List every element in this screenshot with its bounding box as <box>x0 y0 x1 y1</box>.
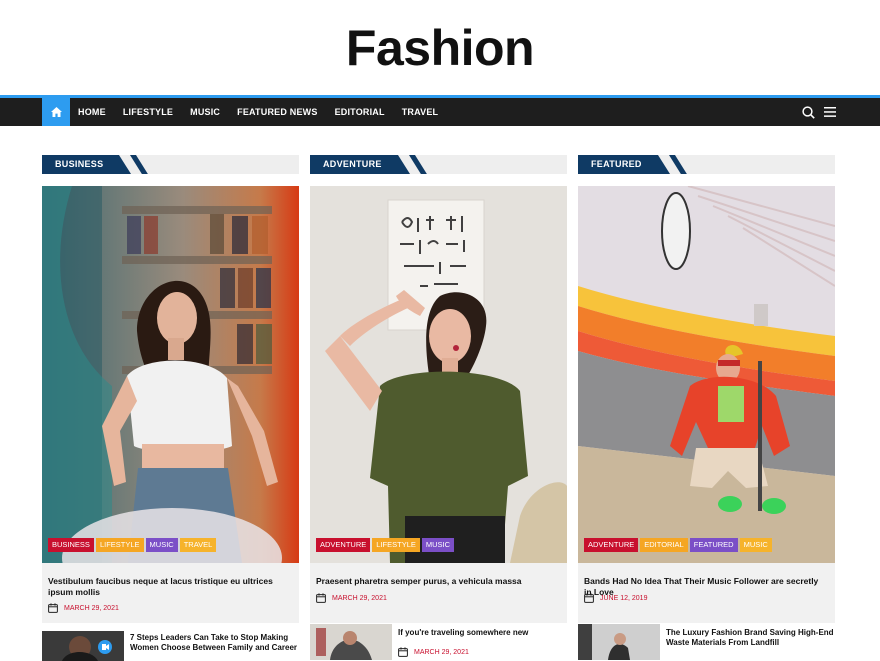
featured-post-card[interactable]: ADVENTURE EDITORIAL FEATURED MUSIC Bands… <box>578 186 835 623</box>
post-thumbnail[interactable] <box>578 624 660 660</box>
section-title[interactable]: ADVENTURE <box>310 155 410 174</box>
nav-menu: HOME LIFESTYLE MUSIC FEATURED NEWS EDITO… <box>42 98 447 126</box>
post-date: MARCH 29, 2021 <box>48 603 119 613</box>
list-item[interactable]: 7 Steps Leaders Can Take to Stop Making … <box>42 631 299 661</box>
category-tag[interactable]: BUSINESS <box>48 538 94 552</box>
nav-item-travel[interactable]: TRAVEL <box>393 98 447 126</box>
video-icon <box>102 644 109 650</box>
section-title[interactable]: FEATURED <box>578 155 670 174</box>
calendar-icon <box>398 647 408 657</box>
category-tag[interactable]: LIFESTYLE <box>372 538 420 552</box>
main-navbar: HOME LIFESTYLE MUSIC FEATURED NEWS EDITO… <box>0 95 880 126</box>
column-featured: FEATURED ADVENTURE EDITORIAL FEATURED MU… <box>578 155 835 660</box>
category-tag[interactable]: TRAVEL <box>179 538 217 552</box>
nav-tools <box>802 98 836 126</box>
site-header: Fashion <box>0 0 880 95</box>
category-tag[interactable]: EDITORIAL <box>640 538 688 552</box>
post-date: MARCH 29, 2021 <box>316 593 387 603</box>
post-title[interactable]: Praesent pharetra semper purus, a vehicu… <box>316 576 556 587</box>
nav-home-button[interactable] <box>42 98 70 126</box>
post-date-text[interactable]: JUNE 12, 2019 <box>600 595 647 602</box>
category-tags: ADVENTURE LIFESTYLE MUSIC <box>316 538 455 552</box>
calendar-icon <box>316 593 326 603</box>
category-tags: ADVENTURE EDITORIAL FEATURED MUSIC <box>584 538 772 552</box>
post-thumbnail[interactable] <box>42 631 124 661</box>
calendar-icon <box>48 603 58 613</box>
category-tag[interactable]: ADVENTURE <box>584 538 639 552</box>
list-item[interactable]: The Luxury Fashion Brand Saving High-End… <box>578 624 835 660</box>
nav-item-lifestyle[interactable]: LIFESTYLE <box>114 98 181 126</box>
post-title[interactable]: Vestibulum faucibus neque at lacus trist… <box>48 576 288 598</box>
section-header: FEATURED <box>578 155 835 174</box>
category-tag[interactable]: MUSIC <box>421 538 455 552</box>
featured-post-card[interactable]: ADVENTURE LIFESTYLE MUSIC Praesent phare… <box>310 186 567 623</box>
column-business: BUSINESS BUSINESS LIFESTYLE MUSIC TRAVEL… <box>42 155 299 661</box>
list-item[interactable]: If you're traveling somewhere new MARCH … <box>310 624 567 660</box>
nav-item-editorial[interactable]: EDITORIAL <box>326 98 393 126</box>
featured-post-card[interactable]: BUSINESS LIFESTYLE MUSIC TRAVEL Vestibul… <box>42 186 299 623</box>
category-tag[interactable]: LIFESTYLE <box>95 538 144 552</box>
nav-item-featured-news[interactable]: FEATURED NEWS <box>229 98 326 126</box>
category-tag[interactable]: ADVENTURE <box>316 538 371 552</box>
category-tag[interactable]: MUSIC <box>145 538 178 552</box>
post-date-text[interactable]: MARCH 29, 2021 <box>414 649 469 656</box>
search-icon[interactable] <box>802 105 815 119</box>
column-adventure: ADVENTURE ADVENTURE LIFESTYLE MUSIC Prae… <box>310 155 567 660</box>
home-icon <box>50 107 62 117</box>
site-title[interactable]: Fashion <box>346 19 535 77</box>
category-tags: BUSINESS LIFESTYLE MUSIC TRAVEL <box>48 538 217 552</box>
post-date-text[interactable]: MARCH 29, 2021 <box>64 605 119 612</box>
post-image[interactable]: BUSINESS LIFESTYLE MUSIC TRAVEL <box>42 186 299 563</box>
post-date: MARCH 29, 2021 <box>398 647 469 657</box>
post-title[interactable]: The Luxury Fashion Brand Saving High-End… <box>660 624 835 660</box>
section-header: ADVENTURE <box>310 155 567 174</box>
post-date: JUNE 12, 2019 <box>584 593 647 603</box>
nav-item-home[interactable]: HOME <box>70 98 114 126</box>
category-tag[interactable]: FEATURED <box>689 538 738 552</box>
post-thumbnail[interactable] <box>310 624 392 660</box>
post-title[interactable]: 7 Steps Leaders Can Take to Stop Making … <box>124 631 299 661</box>
post-image[interactable]: ADVENTURE EDITORIAL FEATURED MUSIC <box>578 186 835 563</box>
calendar-icon <box>584 593 594 603</box>
post-date-text[interactable]: MARCH 29, 2021 <box>332 595 387 602</box>
section-title[interactable]: BUSINESS <box>42 155 132 174</box>
post-image[interactable]: ADVENTURE LIFESTYLE MUSIC <box>310 186 567 563</box>
section-header: BUSINESS <box>42 155 299 174</box>
nav-item-music[interactable]: MUSIC <box>182 98 229 126</box>
category-tag[interactable]: MUSIC <box>739 538 772 552</box>
hamburger-menu-icon[interactable] <box>824 107 836 117</box>
